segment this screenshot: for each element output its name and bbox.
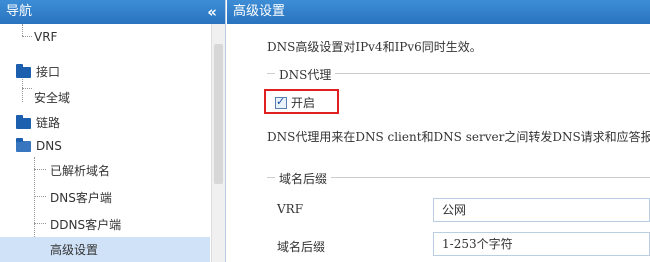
sidebar-item-label: VRF [34, 30, 58, 44]
domain-suffix-group-title: 域名后缀 [275, 170, 332, 187]
folder-icon [16, 64, 31, 78]
sidebar-item-label: 接口 [36, 65, 61, 79]
sidebar-item-dns[interactable]: DNS [0, 133, 210, 159]
sidebar-item-label: 安全域 [34, 91, 71, 105]
sidebar-item-ddns-client[interactable]: DDNS客户端 [0, 212, 210, 238]
sidebar-item-label: DNS [36, 139, 62, 153]
sidebar-item-security-zone[interactable]: 安全域 [0, 85, 210, 111]
sidebar-item-resolved-domains[interactable]: 已解析域名 [0, 158, 210, 184]
scrollbar-thumb[interactable] [214, 44, 223, 184]
domain-suffix-input[interactable]: 1-253个字符 [433, 232, 650, 256]
navigation-sidebar: 导航 « VRF 接口 安全域 链路 DNS 已解析域名 DNS客户端 DDNS… [0, 0, 226, 262]
navigation-tree: VRF 接口 安全域 链路 DNS 已解析域名 DNS客户端 DDNS客户端 高… [0, 24, 210, 262]
vrf-label: VRF [277, 202, 304, 216]
domain-suffix-label: 域名后缀 [277, 240, 326, 254]
settings-note: DNS高级设置对IPv4和IPv6同时生效。 [267, 40, 482, 54]
sidebar-item-dns-client[interactable]: DNS客户端 [0, 185, 210, 211]
enable-label: 开启 [291, 96, 316, 110]
sidebar-title: 导航 [6, 4, 33, 19]
dns-proxy-description: DNS代理用来在DNS client和DNS server之间转发DNS请求和应… [267, 130, 650, 144]
folder-icon [16, 115, 31, 129]
sidebar-item-interface[interactable]: 接口 [0, 59, 210, 85]
vrf-select[interactable]: 公网 [433, 198, 650, 222]
sidebar-item-label: DNS客户端 [50, 191, 112, 205]
sidebar-item-label: 已解析域名 [50, 164, 111, 178]
collapse-icon[interactable]: « [207, 0, 217, 24]
sidebar-item-label: 高级设置 [50, 243, 99, 257]
main-panel: 高级设置 DNS高级设置对IPv4和IPv6同时生效。 DNS代理 开启 DNS… [227, 0, 650, 262]
sidebar-scrollbar[interactable] [211, 24, 225, 262]
enable-checkbox[interactable] [275, 95, 287, 109]
folder-open-icon [16, 138, 31, 152]
sidebar-item-advanced-settings[interactable]: 高级设置 [0, 237, 210, 262]
sidebar-item-vrf[interactable]: VRF [0, 24, 210, 50]
sidebar-item-label: 链路 [36, 116, 61, 130]
dns-proxy-group-title: DNS代理 [275, 66, 336, 83]
page-title: 高级设置 [233, 4, 286, 19]
page-header: 高级设置 [227, 0, 650, 24]
sidebar-header: 导航 « [0, 0, 225, 24]
sidebar-item-label: DDNS客户端 [50, 218, 122, 232]
